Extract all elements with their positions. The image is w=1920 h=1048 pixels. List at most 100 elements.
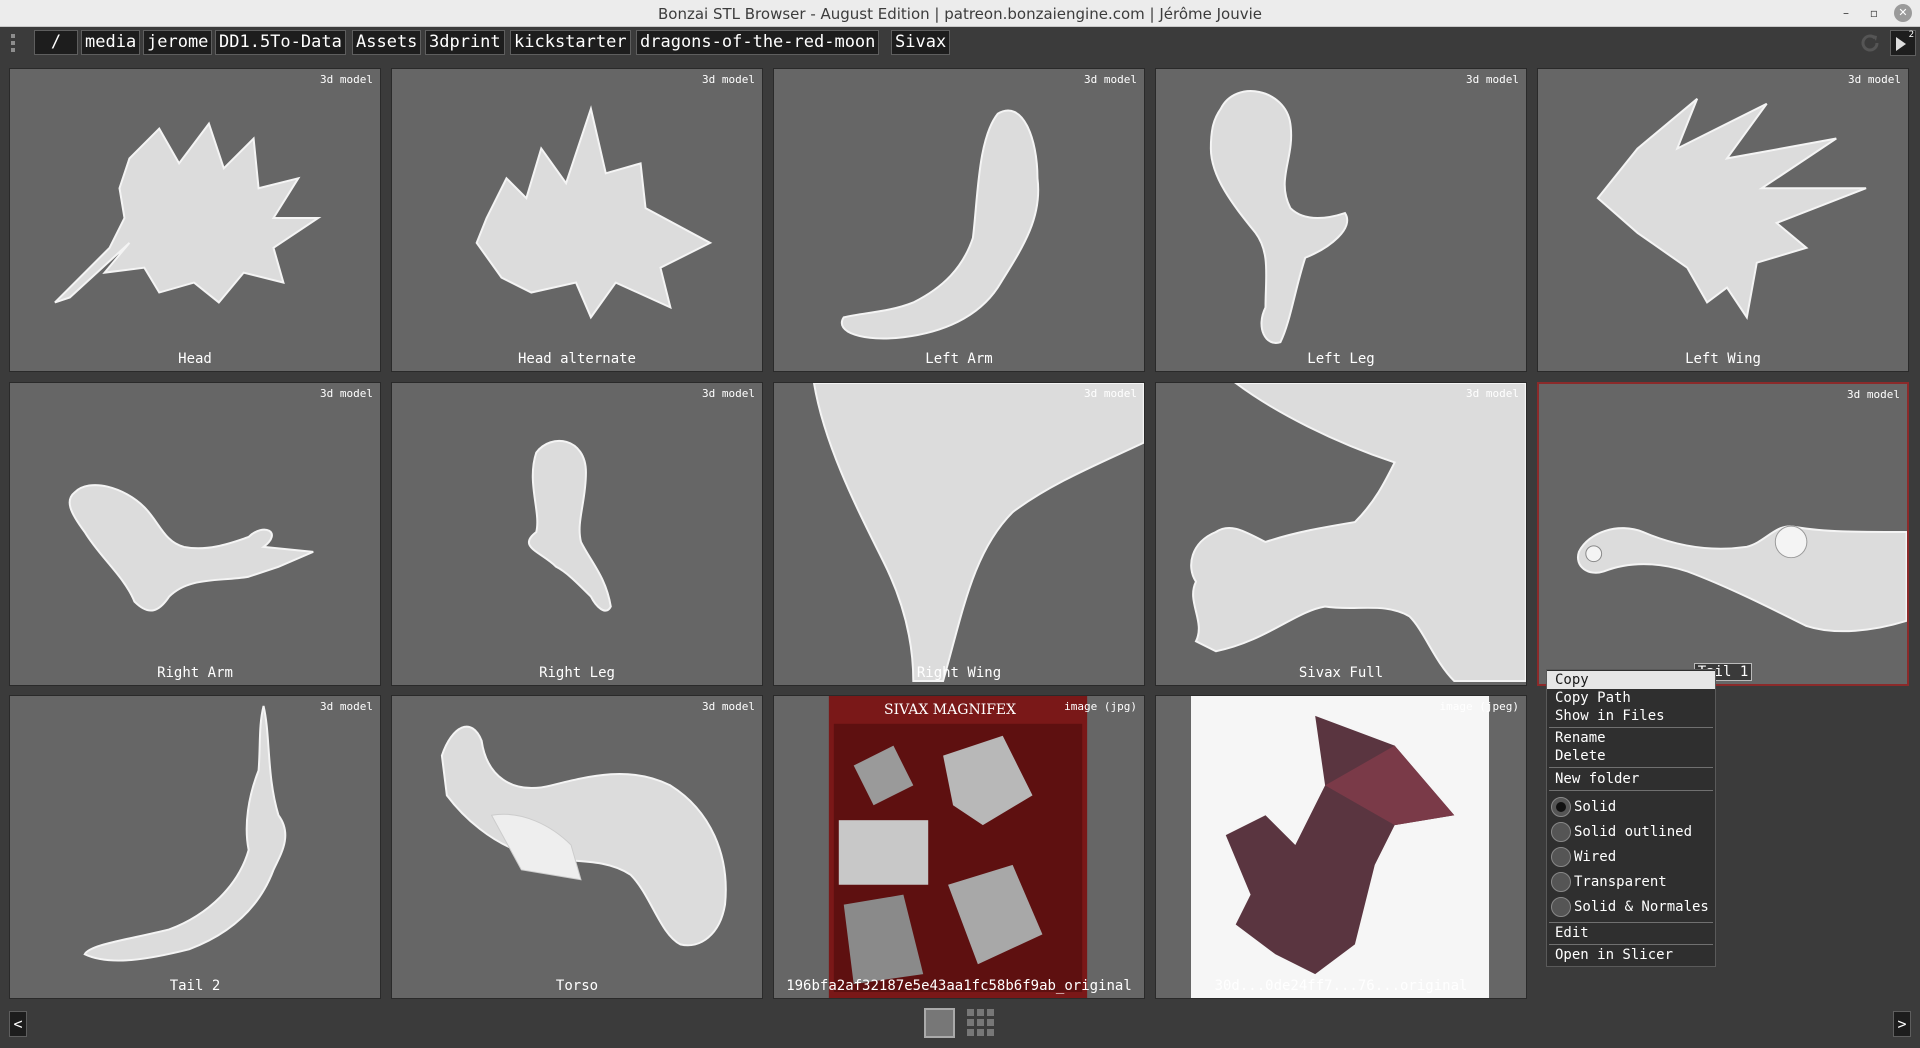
menu-item-copy-path[interactable]: Copy Path <box>1547 689 1715 707</box>
file-type-badge: 3d model <box>320 700 373 713</box>
window-title: Bonzai STL Browser - August Edition | pa… <box>657 5 1263 23</box>
model-thumbnail <box>440 725 727 947</box>
file-type-badge: 3d model <box>1466 73 1519 86</box>
render-mode-label: Solid & Normales <box>1574 899 1709 915</box>
radio-wired[interactable] <box>1551 847 1571 867</box>
breadcrumb-item[interactable]: jerome <box>143 30 213 55</box>
tile-label: Head alternate <box>517 351 636 367</box>
model-tile[interactable]: 3d model Right Arm <box>9 382 381 686</box>
file-type-badge: 3d model <box>1847 388 1900 401</box>
file-type-badge: 3d model <box>1084 73 1137 86</box>
model-thumbnail <box>840 109 1040 340</box>
radio-solid[interactable] <box>1551 797 1571 817</box>
menu-item-delete[interactable]: Delete <box>1547 747 1715 765</box>
menu-item-rename[interactable]: Rename <box>1547 729 1715 747</box>
model-thumbnail <box>1190 383 1526 683</box>
menu-separator <box>1549 922 1713 923</box>
image-tile[interactable]: image (jpeg) 30d...0de24ff7...76...origi… <box>1155 695 1527 999</box>
menu-item-copy[interactable]: Copy <box>1547 671 1715 689</box>
sivax-magnifex-image <box>828 696 1088 998</box>
model-thumbnail <box>528 439 612 612</box>
tile-label: Left Arm <box>925 351 993 367</box>
refresh-icon[interactable] <box>1858 31 1882 55</box>
grid-view-icon[interactable] <box>967 1008 995 1038</box>
tile-label: 30d...0de24ff7...76...original <box>1214 978 1468 994</box>
render-mode-label: Solid outlined <box>1574 824 1693 840</box>
tile-label: Left Wing <box>1685 351 1761 367</box>
breadcrumb-item[interactable]: Sivax <box>891 30 951 55</box>
file-type-badge: 3d model <box>1084 387 1137 400</box>
tile-label: Head <box>178 351 212 367</box>
model-tile[interactable]: 3d model Right Wing <box>773 382 1145 686</box>
model-tile[interactable]: 3d model Left Wing <box>1537 68 1909 372</box>
maximize-button[interactable]: ▫ <box>1865 4 1883 22</box>
model-thumbnail <box>68 484 314 612</box>
file-type-badge: 3d model <box>320 387 373 400</box>
breadcrumb-item[interactable]: 3dprint <box>425 30 505 55</box>
menu-item-new-folder[interactable]: New folder <box>1547 770 1715 788</box>
prev-page-button[interactable]: < <box>9 1011 27 1037</box>
model-thumbnail <box>54 121 322 304</box>
menu-separator <box>1549 944 1713 945</box>
breadcrumb-item[interactable]: DD1.5To-Data <box>215 30 346 55</box>
tile-label: Right Wing <box>916 665 1002 681</box>
file-type-badge: 3d model <box>320 73 373 86</box>
model-tile[interactable]: 3d model Torso <box>391 695 763 999</box>
breadcrumb-item[interactable]: media <box>81 30 141 55</box>
menu-separator <box>1549 727 1713 728</box>
breadcrumb-item[interactable]: dragons-of-the-red-moon <box>636 30 880 55</box>
model-tile[interactable]: 3d model Tail 2 <box>9 695 381 999</box>
image-title-text: SIVAX MAGNIFEX <box>884 702 1017 718</box>
render-mode-label: Transparent <box>1574 874 1667 890</box>
model-tile[interactable]: 3d model Left Arm <box>773 68 1145 372</box>
file-type-badge: 3d model <box>702 700 755 713</box>
image-tile[interactable]: image (jpg) SIVAX MAGNIFEX 196bfa2af3218… <box>773 695 1145 999</box>
tile-label: Left Leg <box>1307 351 1375 367</box>
menu-item-edit[interactable]: Edit <box>1547 924 1715 942</box>
minimize-button[interactable]: – <box>1837 4 1855 22</box>
context-menu: Copy Copy Path Show in Files Rename Dele… <box>1546 669 1716 967</box>
model-tile[interactable]: 3d model Right Leg <box>391 382 763 686</box>
tile-label: Right Arm <box>157 665 233 681</box>
tile-label: Sivax Full <box>1298 665 1384 681</box>
model-thumbnail <box>1596 98 1867 320</box>
render-mode-label: Solid <box>1574 799 1617 815</box>
breadcrumb-item[interactable]: Assets <box>352 30 422 55</box>
model-tile[interactable]: 3d model Left Leg <box>1155 68 1527 372</box>
menu-handle-icon[interactable] <box>9 32 17 54</box>
model-thumbnail <box>812 383 1144 683</box>
next-page-button[interactable]: > <box>1893 1011 1911 1037</box>
model-thumbnail <box>1576 525 1907 633</box>
model-thumbnail <box>475 105 713 320</box>
render-mode-label: Wired <box>1574 849 1617 865</box>
menu-item-show-in-files[interactable]: Show in Files <box>1547 707 1715 725</box>
model-tile[interactable]: 3d model Head alternate <box>391 68 763 372</box>
window-titlebar: Bonzai STL Browser - August Edition | pa… <box>0 0 1920 27</box>
menu-separator <box>1549 790 1713 791</box>
file-type-badge: 3d model <box>1466 387 1519 400</box>
model-thumbnail <box>83 705 287 962</box>
play-button[interactable]: 2 <box>1890 30 1916 56</box>
tile-label: Tail 2 <box>169 978 221 994</box>
close-button[interactable]: ✕ <box>1894 4 1912 22</box>
file-type-badge: image (jpeg) <box>1439 700 1519 713</box>
file-type-badge: 3d model <box>702 387 755 400</box>
file-type-badge: image (jpg) <box>1064 700 1137 713</box>
file-type-badge: 3d model <box>1848 73 1901 86</box>
breadcrumb-item[interactable]: kickstarter <box>510 30 631 55</box>
file-type-badge: 3d model <box>702 73 755 86</box>
path-bar: / media jerome DD1.5To-Data Assets 3dpri… <box>0 27 1920 59</box>
breadcrumb-root[interactable]: / <box>34 30 78 55</box>
menu-separator <box>1549 767 1713 768</box>
tile-label: 196bfa2af32187e5e43aa1fc58b6f9ab_origina… <box>786 978 1132 994</box>
radio-solid-outlined[interactable] <box>1551 822 1571 842</box>
model-tile-selected[interactable]: 3d model Tail 1 <box>1537 382 1909 686</box>
tile-label: Torso <box>555 978 599 994</box>
model-thumbnail <box>1209 90 1349 344</box>
single-view-icon[interactable] <box>924 1008 955 1038</box>
radio-solid-normales[interactable] <box>1551 897 1571 917</box>
model-tile[interactable]: 3d model Sivax Full <box>1155 382 1527 686</box>
menu-item-open-in-slicer[interactable]: Open in Slicer <box>1547 946 1715 964</box>
radio-transparent[interactable] <box>1551 872 1571 892</box>
model-tile[interactable]: 3d model Head <box>9 68 381 372</box>
